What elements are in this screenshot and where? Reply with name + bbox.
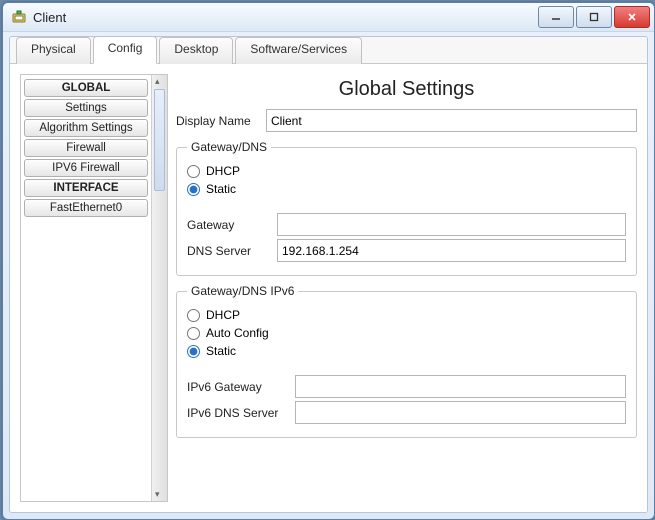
sidebar-item-fastethernet0[interactable]: FastEthernet0 [24,199,148,217]
ipv6-dns-label: IPv6 DNS Server [187,406,295,420]
tab-desktop[interactable]: Desktop [159,37,233,64]
ipv6-gateway-label: IPv6 Gateway [187,380,295,394]
ipv6-dns-input[interactable] [295,401,626,424]
gw4-static-radio[interactable] [187,183,200,196]
dns-input[interactable] [277,239,626,262]
sidebar-item-ipv6-firewall[interactable]: IPV6 Firewall [24,159,148,177]
sidebar-scrollbar[interactable] [151,75,167,501]
ipv6-gateway-input[interactable] [295,375,626,398]
display-name-row: Display Name [176,109,637,132]
settings-panel: Global Settings Display Name Gateway/DNS… [176,74,637,502]
sidebar-header-global[interactable]: GLOBAL [24,79,148,97]
minimize-button[interactable] [538,6,574,28]
close-button[interactable] [614,6,650,28]
gateway-label: Gateway [187,218,277,232]
app-icon [11,9,27,25]
sidebar-list: GLOBAL Settings Algorithm Settings Firew… [21,75,151,501]
gw4-dhcp-label: DHCP [206,164,240,178]
window-title: Client [33,10,538,25]
panel-title: Global Settings [176,78,637,101]
gw6-dhcp-radio[interactable] [187,309,200,322]
sidebar-item-firewall[interactable]: Firewall [24,139,148,157]
gateway-dns-legend: Gateway/DNS [187,140,271,154]
display-name-label: Display Name [176,114,266,128]
app-window: Client Physical Config Desktop Software/… [2,2,655,520]
tab-config[interactable]: Config [93,36,158,64]
gateway-dns-ipv6-group: Gateway/DNS IPv6 DHCP Auto Config Static [176,284,637,438]
titlebar[interactable]: Client [3,3,654,32]
sidebar-scroll-thumb[interactable] [154,89,165,191]
display-name-input[interactable] [266,109,637,132]
sidebar: GLOBAL Settings Algorithm Settings Firew… [20,74,168,502]
tab-physical[interactable]: Physical [16,37,91,64]
gw6-static-radio[interactable] [187,345,200,358]
content-area: GLOBAL Settings Algorithm Settings Firew… [10,64,647,512]
gw4-static-label: Static [206,182,236,196]
gw6-auto-radio[interactable] [187,327,200,340]
window-controls [538,6,650,28]
gw6-static-label: Static [206,344,236,358]
gw6-auto-label: Auto Config [206,326,269,340]
gw4-dhcp-radio[interactable] [187,165,200,178]
gateway-input[interactable] [277,213,626,236]
sidebar-item-algorithm-settings[interactable]: Algorithm Settings [24,119,148,137]
maximize-button[interactable] [576,6,612,28]
sidebar-header-interface[interactable]: INTERFACE [24,179,148,197]
gateway-dns-ipv6-legend: Gateway/DNS IPv6 [187,284,298,298]
gateway-dns-group: Gateway/DNS DHCP Static Gateway [176,140,637,276]
dns-label: DNS Server [187,244,277,258]
gw6-dhcp-label: DHCP [206,308,240,322]
sidebar-item-settings[interactable]: Settings [24,99,148,117]
tab-strip: Physical Config Desktop Software/Service… [10,37,647,64]
client-area: Physical Config Desktop Software/Service… [9,36,648,513]
tab-software-services[interactable]: Software/Services [235,37,362,64]
